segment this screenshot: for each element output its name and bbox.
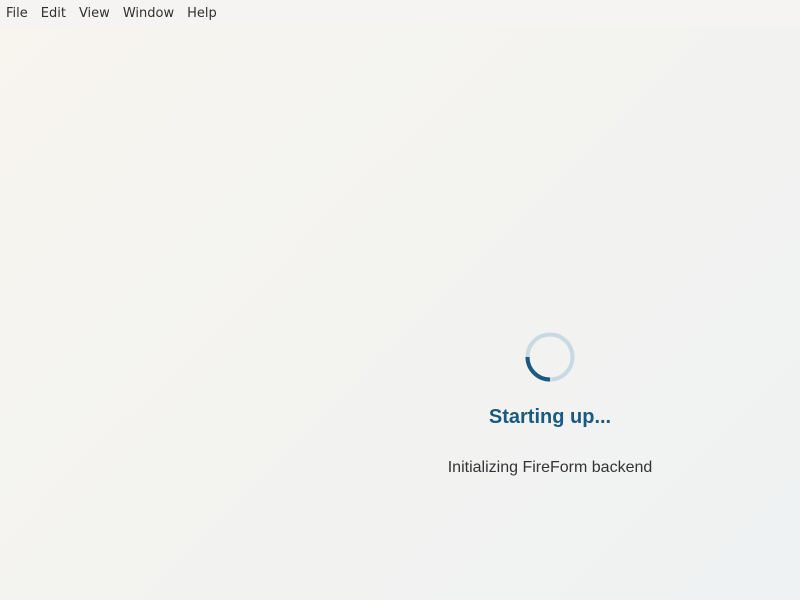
- menu-file[interactable]: File: [0, 0, 34, 27]
- menu-view[interactable]: View: [73, 0, 116, 27]
- loading-message: Initializing FireForm backend: [447, 459, 653, 476]
- loading-title: Starting up...: [488, 406, 612, 428]
- menu-window[interactable]: Window: [117, 0, 180, 27]
- menu-help[interactable]: Help: [181, 0, 223, 27]
- menu-bar: File Edit View Window Help: [0, 0, 800, 27]
- menu-edit[interactable]: Edit: [35, 0, 72, 27]
- loading-spinner-icon: [525, 332, 575, 382]
- spinner-arc: [525, 356, 536, 375]
- spinner-arc-extension: [532, 371, 551, 382]
- spinner-track: [525, 332, 575, 382]
